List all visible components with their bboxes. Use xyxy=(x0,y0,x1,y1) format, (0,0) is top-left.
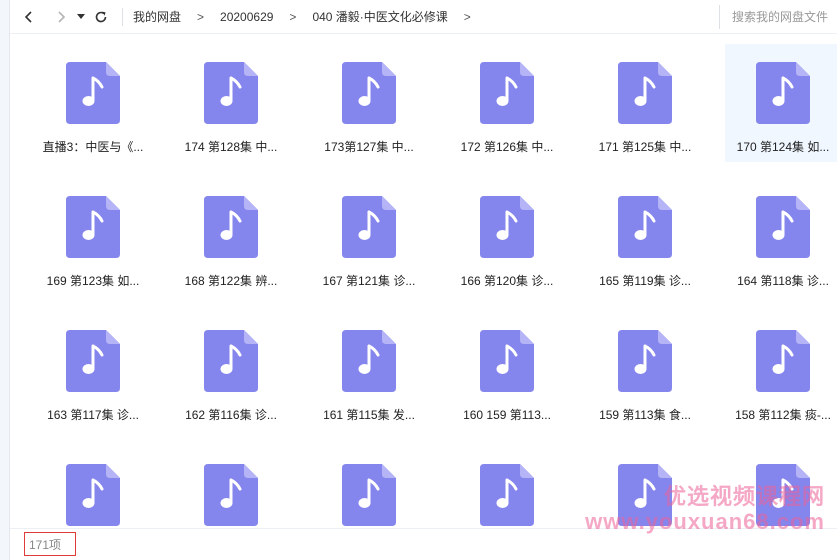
file-tile[interactable]: 160 159 第113... xyxy=(449,312,565,430)
file-name: 169 第123集 如... xyxy=(46,274,140,288)
breadcrumb-item-course-folder[interactable]: 040 潘毅·中医文化必修课 xyxy=(308,8,451,25)
file-name: 165 第119集 诊... xyxy=(599,274,691,288)
file-tile[interactable]: 164 第118集 诊... xyxy=(725,178,837,296)
breadcrumb-separator: > xyxy=(463,9,471,24)
file-name: 160 159 第113... xyxy=(463,408,551,422)
file-name: 172 第126集 中... xyxy=(460,140,554,154)
audio-file-icon xyxy=(480,464,534,526)
file-name: 161 第115集 发... xyxy=(323,408,415,422)
file-name: 173第127集 中... xyxy=(324,140,414,154)
back-button[interactable] xyxy=(16,4,42,30)
file-name: 166 第120集 诊... xyxy=(460,274,554,288)
file-name: 164 第118集 诊... xyxy=(737,274,829,288)
file-tile[interactable]: 172 第126集 中... xyxy=(449,44,565,162)
toolbar: 我的网盘 > 20200629 > 040 潘毅·中医文化必修课 > xyxy=(10,0,837,34)
audio-file-icon xyxy=(66,196,120,258)
audio-file-icon xyxy=(756,330,810,392)
history-dropdown-button[interactable] xyxy=(74,4,88,30)
file-tile[interactable]: 167 第121集 诊... xyxy=(311,178,427,296)
toolbar-divider xyxy=(122,7,123,26)
audio-file-icon xyxy=(342,62,396,124)
forward-button[interactable] xyxy=(48,4,74,30)
audio-file-icon xyxy=(618,464,672,526)
audio-file-icon xyxy=(756,196,810,258)
file-name: 171 第125集 中... xyxy=(598,140,692,154)
audio-file-icon xyxy=(480,196,534,258)
audio-file-icon xyxy=(204,464,258,526)
audio-file-icon xyxy=(66,330,120,392)
file-tile[interactable] xyxy=(311,446,427,528)
file-tile[interactable]: 166 第120集 诊... xyxy=(449,178,565,296)
audio-file-icon xyxy=(480,330,534,392)
file-grid: 直播3：中医与《... 174 第128集 中... 173第127集 中... 17… xyxy=(24,44,837,528)
search-box xyxy=(719,4,837,29)
chevron-left-icon xyxy=(24,10,32,23)
audio-file-icon xyxy=(66,464,120,526)
breadcrumb-item-root[interactable]: 我的网盘 xyxy=(129,8,185,25)
file-tile[interactable]: 168 第122集 辨... xyxy=(173,178,289,296)
audio-file-icon xyxy=(756,62,810,124)
file-tile[interactable]: 直播3：中医与《... xyxy=(35,44,151,162)
audio-file-icon xyxy=(756,464,810,526)
audio-file-icon xyxy=(204,196,258,258)
file-name: 174 第128集 中... xyxy=(184,140,278,154)
file-tile[interactable] xyxy=(35,446,151,528)
file-name: 直播3：中医与《... xyxy=(42,140,144,154)
file-tile[interactable]: 173第127集 中... xyxy=(311,44,427,162)
audio-file-icon xyxy=(204,62,258,124)
audio-file-icon xyxy=(204,330,258,392)
file-tile[interactable]: 174 第128集 中... xyxy=(173,44,289,162)
file-tile[interactable]: 165 第119集 诊... xyxy=(587,178,703,296)
refresh-icon xyxy=(95,11,107,22)
file-name: 167 第121集 诊... xyxy=(322,274,416,288)
file-name: 170 第124集 如... xyxy=(736,140,830,154)
file-tile[interactable]: 159 第113集 食... xyxy=(587,312,703,430)
audio-file-icon xyxy=(342,330,396,392)
file-tile[interactable] xyxy=(449,446,565,528)
refresh-button[interactable] xyxy=(88,4,114,30)
chevron-right-icon xyxy=(58,10,66,23)
status-bar: 171项 xyxy=(10,528,837,560)
file-tile[interactable]: 161 第115集 发... xyxy=(311,312,427,430)
file-name: 162 第116集 诊... xyxy=(185,408,277,422)
item-count: 171项 xyxy=(24,532,76,556)
breadcrumb: 我的网盘 > 20200629 > 040 潘毅·中医文化必修课 > xyxy=(129,8,719,25)
audio-file-icon xyxy=(618,196,672,258)
file-name: 159 第113集 食... xyxy=(599,408,691,422)
file-manager-window: 我的网盘 > 20200629 > 040 潘毅·中医文化必修课 > 直播3：中… xyxy=(0,0,837,560)
file-name: 158 第112集 痰-... xyxy=(735,408,831,422)
file-tile[interactable] xyxy=(587,446,703,528)
breadcrumb-separator: > xyxy=(197,9,205,24)
breadcrumb-item-date-folder[interactable]: 20200629 xyxy=(216,10,277,24)
file-name: 168 第122集 辨... xyxy=(184,274,278,288)
file-tile[interactable]: 162 第116集 诊... xyxy=(173,312,289,430)
caret-down-icon xyxy=(77,13,85,19)
file-tile[interactable]: 171 第125集 中... xyxy=(587,44,703,162)
audio-file-icon xyxy=(618,330,672,392)
file-tile[interactable]: 170 第124集 如... xyxy=(725,44,837,162)
audio-file-icon xyxy=(342,196,396,258)
audio-file-icon xyxy=(66,62,120,124)
file-tile[interactable]: 158 第112集 痰-... xyxy=(725,312,837,430)
file-tile[interactable]: 169 第123集 如... xyxy=(35,178,151,296)
file-tile[interactable]: 163 第117集 诊... xyxy=(35,312,151,430)
search-input[interactable] xyxy=(730,8,837,25)
file-tile[interactable] xyxy=(173,446,289,528)
breadcrumb-separator: > xyxy=(289,9,297,24)
file-name: 163 第117集 诊... xyxy=(47,408,139,422)
audio-file-icon xyxy=(342,464,396,526)
audio-file-icon xyxy=(618,62,672,124)
sidebar-edge xyxy=(0,0,10,560)
audio-file-icon xyxy=(480,62,534,124)
file-tile[interactable] xyxy=(725,446,837,528)
